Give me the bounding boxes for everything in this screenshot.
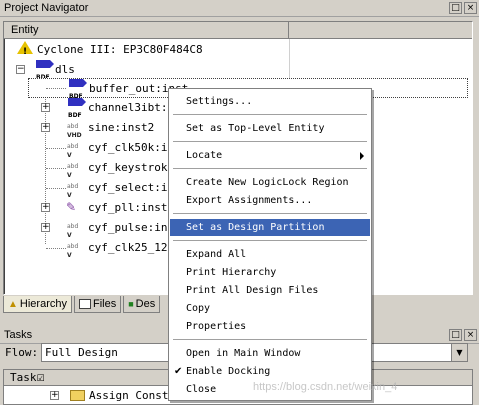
menu-item-set-design-partition[interactable]: Set as Design Partition bbox=[170, 219, 370, 236]
tree-item-label: cyf_select:in bbox=[88, 181, 175, 194]
menu-item-create-logiclock[interactable]: Create New LogicLock Region bbox=[170, 174, 370, 191]
menu-item-properties[interactable]: Properties bbox=[170, 318, 370, 335]
tasks-title: Tasks bbox=[4, 329, 33, 341]
task-header-label: Task bbox=[10, 371, 37, 384]
verilog-file-icon: abd V bbox=[67, 183, 79, 199]
bdf-file-icon: BDF bbox=[67, 79, 87, 100]
checkbox-icon: ☑ bbox=[36, 374, 45, 384]
menu-item-label: Locate bbox=[186, 150, 223, 161]
warning-icon bbox=[16, 40, 34, 61]
files-icon bbox=[78, 299, 91, 309]
float-button[interactable]: □ bbox=[449, 2, 462, 14]
task-label: Assign Constr bbox=[89, 389, 176, 402]
tree-item-label: channel3ibt:i bbox=[88, 101, 175, 114]
expand-toggle[interactable]: + bbox=[50, 391, 59, 400]
tab-hierarchy[interactable]: ▲ Hierarchy bbox=[3, 296, 72, 313]
watermark: https://blog.csdn.net/weixin_4 bbox=[253, 381, 398, 393]
device-row[interactable]: Cyclone III: EP3C80F484C8 bbox=[4, 40, 472, 61]
root-entity-row[interactable]: − BDF dls bbox=[4, 60, 472, 81]
chevron-down-icon[interactable]: ▼ bbox=[451, 344, 467, 361]
submenu-arrow-icon bbox=[360, 152, 364, 160]
design-units-icon: ■ bbox=[128, 299, 134, 309]
tree-item-label: cyf_clk50k:in bbox=[88, 141, 175, 154]
menu-item-settings[interactable]: Settings... bbox=[170, 93, 370, 110]
verilog-file-icon: abd V bbox=[67, 223, 79, 239]
expand-toggle[interactable]: + bbox=[41, 203, 50, 212]
bdf-file-icon: BDF bbox=[66, 98, 86, 119]
folder-icon bbox=[70, 390, 85, 401]
menu-item-print-all-design-files[interactable]: Print All Design Files bbox=[170, 282, 370, 299]
tab-label: Files bbox=[92, 298, 117, 310]
verilog-file-icon: abd V bbox=[67, 163, 79, 179]
menu-item-export-assignments[interactable]: Export Assignments... bbox=[170, 192, 370, 209]
project-navigator-title: Project Navigator bbox=[4, 2, 89, 14]
menu-item-copy[interactable]: Copy bbox=[170, 300, 370, 317]
close-panel-button[interactable]: × bbox=[464, 2, 477, 14]
tab-label: Des bbox=[135, 298, 156, 310]
vhdl-file-icon: abd VHD bbox=[67, 123, 82, 139]
context-menu: Settings... Set as Top-Level Entity Loca… bbox=[168, 88, 372, 401]
verilog-file-icon: abd V bbox=[67, 243, 79, 259]
tab-design-units[interactable]: ■ Des bbox=[123, 296, 161, 313]
entity-column-header[interactable]: Entity bbox=[4, 22, 289, 39]
tab-files[interactable]: Files bbox=[73, 296, 122, 313]
expand-toggle[interactable]: + bbox=[41, 103, 50, 112]
menu-item-open-in-main-window[interactable]: Open in Main Window bbox=[170, 345, 370, 362]
menu-item-locate[interactable]: Locate bbox=[170, 147, 370, 164]
menu-item-set-top-level[interactable]: Set as Top-Level Entity bbox=[170, 120, 370, 137]
float-button[interactable]: □ bbox=[449, 329, 462, 341]
menu-item-print-hierarchy[interactable]: Print Hierarchy bbox=[170, 264, 370, 281]
root-entity-label: dls bbox=[55, 63, 75, 76]
tree-item-label: cyf_pulse:ins bbox=[88, 221, 175, 234]
navigator-tabs: ▲ Hierarchy Files ■ Des bbox=[3, 296, 161, 314]
expand-toggle[interactable]: + bbox=[41, 223, 50, 232]
megawizard-icon: ✎ bbox=[66, 200, 77, 214]
tree-item-label: cyf_clk25_128 bbox=[88, 241, 175, 254]
tree-item-label: cyf_pll:inst8 bbox=[88, 201, 175, 214]
expand-toggle[interactable]: + bbox=[41, 123, 50, 132]
flow-value: Full Design bbox=[45, 346, 118, 359]
tab-label: Hierarchy bbox=[19, 298, 67, 310]
menu-item-enable-docking[interactable]: ✔ Enable Docking bbox=[170, 363, 370, 380]
hierarchy-icon: ▲ bbox=[8, 298, 18, 310]
checkmark-icon: ✔ bbox=[174, 366, 183, 377]
menu-item-label: Enable Docking bbox=[186, 366, 271, 377]
project-navigator-titlebar: Project Navigator □ × bbox=[0, 0, 479, 17]
tree-item-label: sine:inst2 bbox=[88, 121, 155, 134]
verilog-file-icon: abd V bbox=[67, 143, 79, 159]
tree-item-label: cyf_keystroke bbox=[88, 161, 175, 174]
device-label: Cyclone III: EP3C80F484C8 bbox=[37, 43, 203, 56]
bdf-file-icon: BDF bbox=[34, 60, 54, 81]
close-panel-button[interactable]: × bbox=[464, 329, 477, 341]
collapse-toggle[interactable]: − bbox=[16, 65, 25, 74]
flow-label: Flow: bbox=[5, 346, 39, 359]
tree-column-header: Entity bbox=[4, 22, 472, 39]
menu-item-expand-all[interactable]: Expand All bbox=[170, 246, 370, 263]
